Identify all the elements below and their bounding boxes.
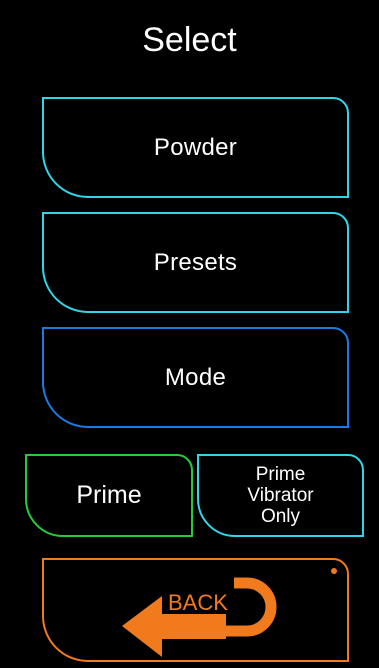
prime-button[interactable]: Prime xyxy=(25,454,193,537)
mode-button[interactable]: Mode xyxy=(42,327,349,428)
prime-vibrator-line-1: Prime xyxy=(255,464,306,485)
powder-button-label: Powder xyxy=(153,133,238,161)
page-title: Select xyxy=(142,21,237,59)
prime-button-label: Prime xyxy=(76,481,142,509)
back-button[interactable]: BACK xyxy=(42,558,349,662)
prime-vibrator-only-button[interactable]: Prime Vibrator Only xyxy=(197,454,364,537)
prime-vibrator-line-3: Only xyxy=(260,506,301,527)
presets-button-label: Presets xyxy=(153,248,238,276)
powder-button[interactable]: Powder xyxy=(42,97,349,198)
back-button-label: BACK xyxy=(168,590,228,615)
mode-button-label: Mode xyxy=(164,363,227,391)
prime-vibrator-line-2: Vibrator xyxy=(247,485,314,506)
u-turn-arrow-left-icon: BACK xyxy=(122,577,277,657)
presets-button[interactable]: Presets xyxy=(42,212,349,313)
